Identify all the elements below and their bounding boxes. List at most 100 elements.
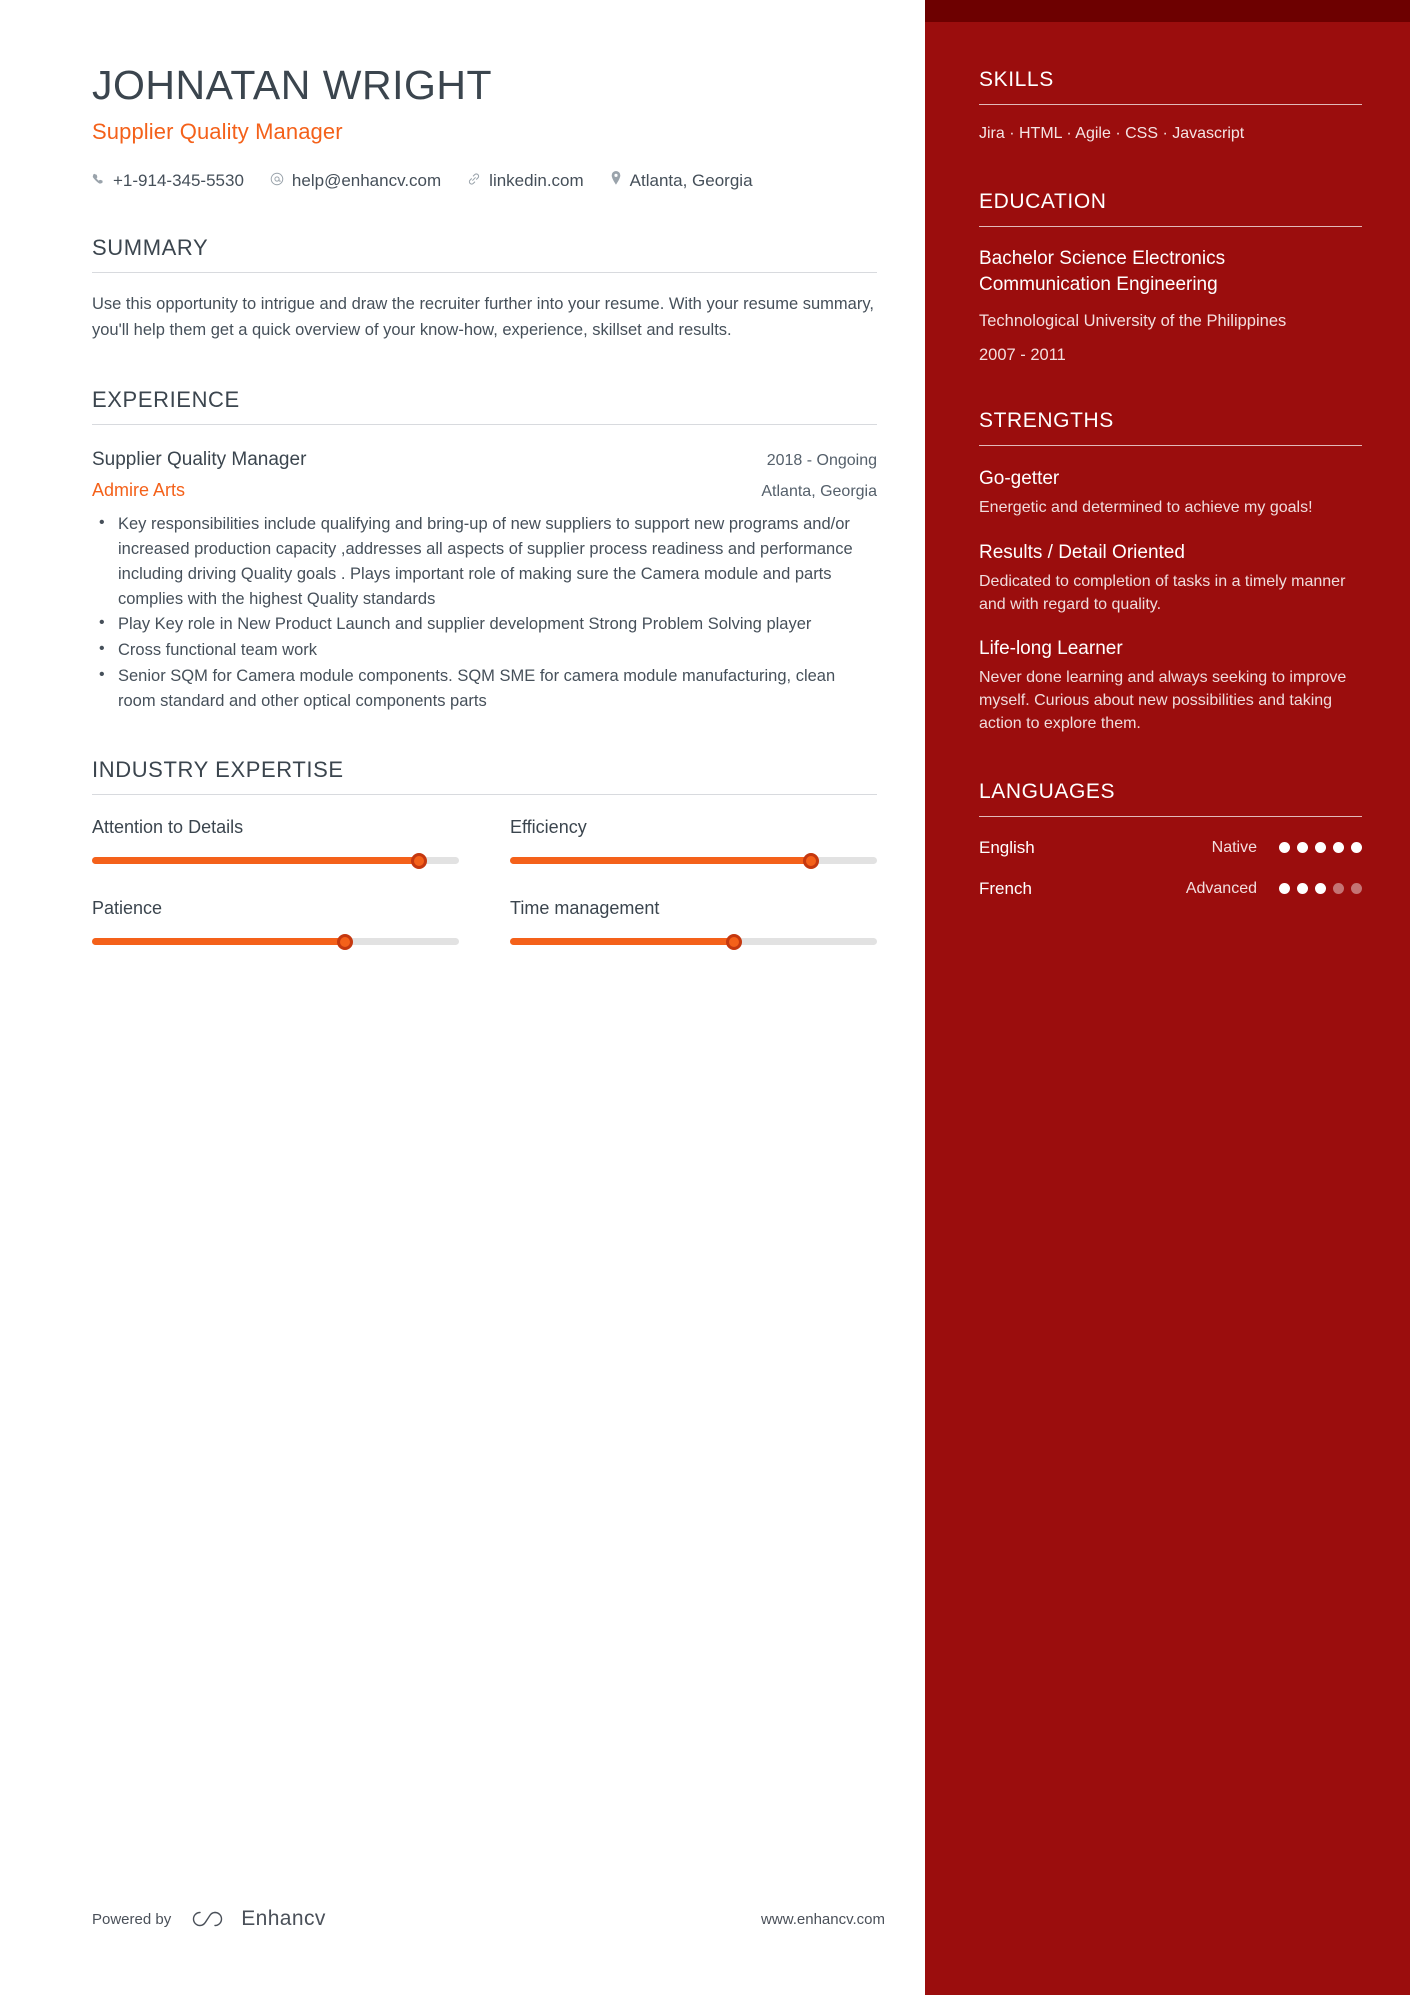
language-level: Native xyxy=(1211,838,1257,856)
contact-bar: +1-914-345-5530 help@enhancv.com linkedi… xyxy=(92,171,877,191)
experience-bullets: Key responsibilities include qualifying … xyxy=(92,511,877,714)
language-item: French Advanced xyxy=(979,879,1362,899)
enhancv-logo: Enhancv xyxy=(187,1907,326,1931)
sidebar-section-languages: LANGUAGES English Native French Advanced xyxy=(979,780,1362,899)
strength-item: Life-long Learner Never done learning an… xyxy=(979,638,1362,736)
contact-phone[interactable]: +1-914-345-5530 xyxy=(92,171,244,191)
industry-expertise-heading: INDUSTRY EXPERTISE xyxy=(92,757,877,796)
page-title: JOHNATAN WRIGHT xyxy=(92,62,493,108)
slider-fill xyxy=(510,857,811,865)
skills-list: Jira · HTML · Agile · CSS · Javascript xyxy=(979,125,1245,142)
strength-item: Results / Detail Oriented Dedicated to c… xyxy=(979,542,1362,616)
experience-heading: EXPERIENCE xyxy=(92,387,877,426)
strength-name: Results / Detail Oriented xyxy=(979,541,1185,563)
education-entry: Bachelor Science Electronics Communicati… xyxy=(979,246,1362,365)
slider-fill xyxy=(92,857,419,865)
slider-knob[interactable] xyxy=(410,852,427,869)
rating-dot-empty xyxy=(1333,883,1344,894)
education-date: 2007 - 2011 xyxy=(979,346,1066,365)
language-name: English xyxy=(979,837,1035,857)
language-level: Advanced xyxy=(1185,879,1257,897)
strength-description: Never done learning and always seeking t… xyxy=(979,668,1347,733)
footer: Powered by Enhancv www.enhancv.com xyxy=(92,1907,885,1931)
expertise-grid: Attention to Details Efficiency Patience… xyxy=(92,817,877,950)
rating-dot-filled xyxy=(1333,842,1344,853)
section-experience: EXPERIENCE Supplier Quality Manager 2018… xyxy=(92,387,877,713)
slider-fill xyxy=(92,938,346,946)
contact-location[interactable]: Atlanta, Georgia xyxy=(610,171,753,191)
summary-heading: SUMMARY xyxy=(92,235,877,274)
slider-knob[interactable] xyxy=(725,933,742,950)
contact-linkedin[interactable]: linkedin.com xyxy=(467,171,584,191)
resume-page: JOHNATAN WRIGHT Supplier Quality Manager… xyxy=(0,0,1410,1995)
expertise-item: Attention to Details xyxy=(92,817,459,869)
expertise-slider[interactable] xyxy=(510,933,877,950)
powered-by-block: Powered by Enhancv xyxy=(92,1907,326,1931)
expertise-slider[interactable] xyxy=(92,852,459,869)
expertise-label: Efficiency xyxy=(510,817,587,838)
strength-description: Energetic and determined to achieve my g… xyxy=(979,499,1313,517)
experience-job-title: Supplier Quality Manager xyxy=(92,449,307,471)
expertise-item: Time management xyxy=(510,898,877,950)
slider-knob[interactable] xyxy=(802,852,819,869)
sidebar-section-strengths: STRENGTHS Go-getter Energetic and determ… xyxy=(979,409,1362,735)
experience-entry: Supplier Quality Manager 2018 - Ongoing … xyxy=(92,449,877,713)
list-item: Play Key role in New Product Launch and … xyxy=(92,611,877,637)
section-industry-expertise: INDUSTRY EXPERTISE Attention to Details … xyxy=(92,757,877,950)
list-item: Senior SQM for Camera module components.… xyxy=(92,663,877,714)
contact-location-text: Atlanta, Georgia xyxy=(629,171,753,191)
rating-dot-filled xyxy=(1315,883,1326,894)
rating-dot-filled xyxy=(1297,842,1308,853)
language-item: English Native xyxy=(979,838,1362,858)
location-pin-icon xyxy=(610,171,622,191)
language-name: French xyxy=(979,878,1032,898)
main-column: JOHNATAN WRIGHT Supplier Quality Manager… xyxy=(0,0,925,1995)
education-school: Technological University of the Philippi… xyxy=(979,312,1287,331)
rating-dot-filled xyxy=(1279,842,1290,853)
summary-text: Use this opportunity to intrigue and dra… xyxy=(92,295,874,339)
education-heading: EDUCATION xyxy=(979,190,1362,227)
experience-location: Atlanta, Georgia xyxy=(761,483,877,501)
skills-heading: SKILLS xyxy=(979,68,1362,105)
slider-knob[interactable] xyxy=(337,933,354,950)
contact-linkedin-text: linkedin.com xyxy=(489,171,584,191)
rating-dot-empty xyxy=(1351,883,1362,894)
rating-dot-filled xyxy=(1279,883,1290,894)
sidebar-section-skills: SKILLS Jira · HTML · Agile · CSS · Javas… xyxy=(979,68,1362,146)
languages-heading: LANGUAGES xyxy=(979,780,1362,817)
list-item: Key responsibilities include qualifying … xyxy=(92,511,877,611)
strength-description: Dedicated to completion of tasks in a ti… xyxy=(979,572,1346,613)
job-role-subtitle: Supplier Quality Manager xyxy=(92,119,343,145)
strength-name: Life-long Learner xyxy=(979,637,1123,659)
expertise-label: Time management xyxy=(510,898,660,919)
experience-date: 2018 - Ongoing xyxy=(766,452,877,470)
expertise-label: Patience xyxy=(92,898,163,919)
enhancv-mark-icon xyxy=(193,1911,223,1927)
contact-email[interactable]: help@enhancv.com xyxy=(270,171,441,191)
strengths-heading: STRENGTHS xyxy=(979,409,1362,447)
education-degree: Bachelor Science Electronics Communicati… xyxy=(979,248,1226,295)
expertise-item: Efficiency xyxy=(510,817,877,869)
expertise-label: Attention to Details xyxy=(92,817,244,838)
experience-company: Admire Arts xyxy=(92,480,186,501)
strength-name: Go-getter xyxy=(979,468,1060,490)
expertise-item: Patience xyxy=(92,898,459,950)
section-summary: SUMMARY Use this opportunity to intrigue… xyxy=(92,235,877,343)
list-item: Cross functional team work xyxy=(92,637,877,663)
rating-dot-filled xyxy=(1315,842,1326,853)
footer-website[interactable]: www.enhancv.com xyxy=(761,1911,885,1928)
link-icon xyxy=(467,171,481,191)
rating-dot-filled xyxy=(1297,883,1308,894)
expertise-slider[interactable] xyxy=(510,852,877,869)
phone-icon xyxy=(92,171,105,191)
expertise-slider[interactable] xyxy=(92,933,459,950)
contact-phone-text: +1-914-345-5530 xyxy=(113,171,244,191)
strength-item: Go-getter Energetic and determined to ac… xyxy=(979,468,1362,519)
language-rating-dots xyxy=(1279,883,1362,894)
email-icon xyxy=(270,171,284,191)
enhancv-wordmark: Enhancv xyxy=(241,1907,326,1930)
rating-dot-filled xyxy=(1351,842,1362,853)
sidebar-section-education: EDUCATION Bachelor Science Electronics C… xyxy=(979,190,1362,365)
slider-fill xyxy=(510,938,734,946)
language-rating-dots xyxy=(1279,842,1362,853)
